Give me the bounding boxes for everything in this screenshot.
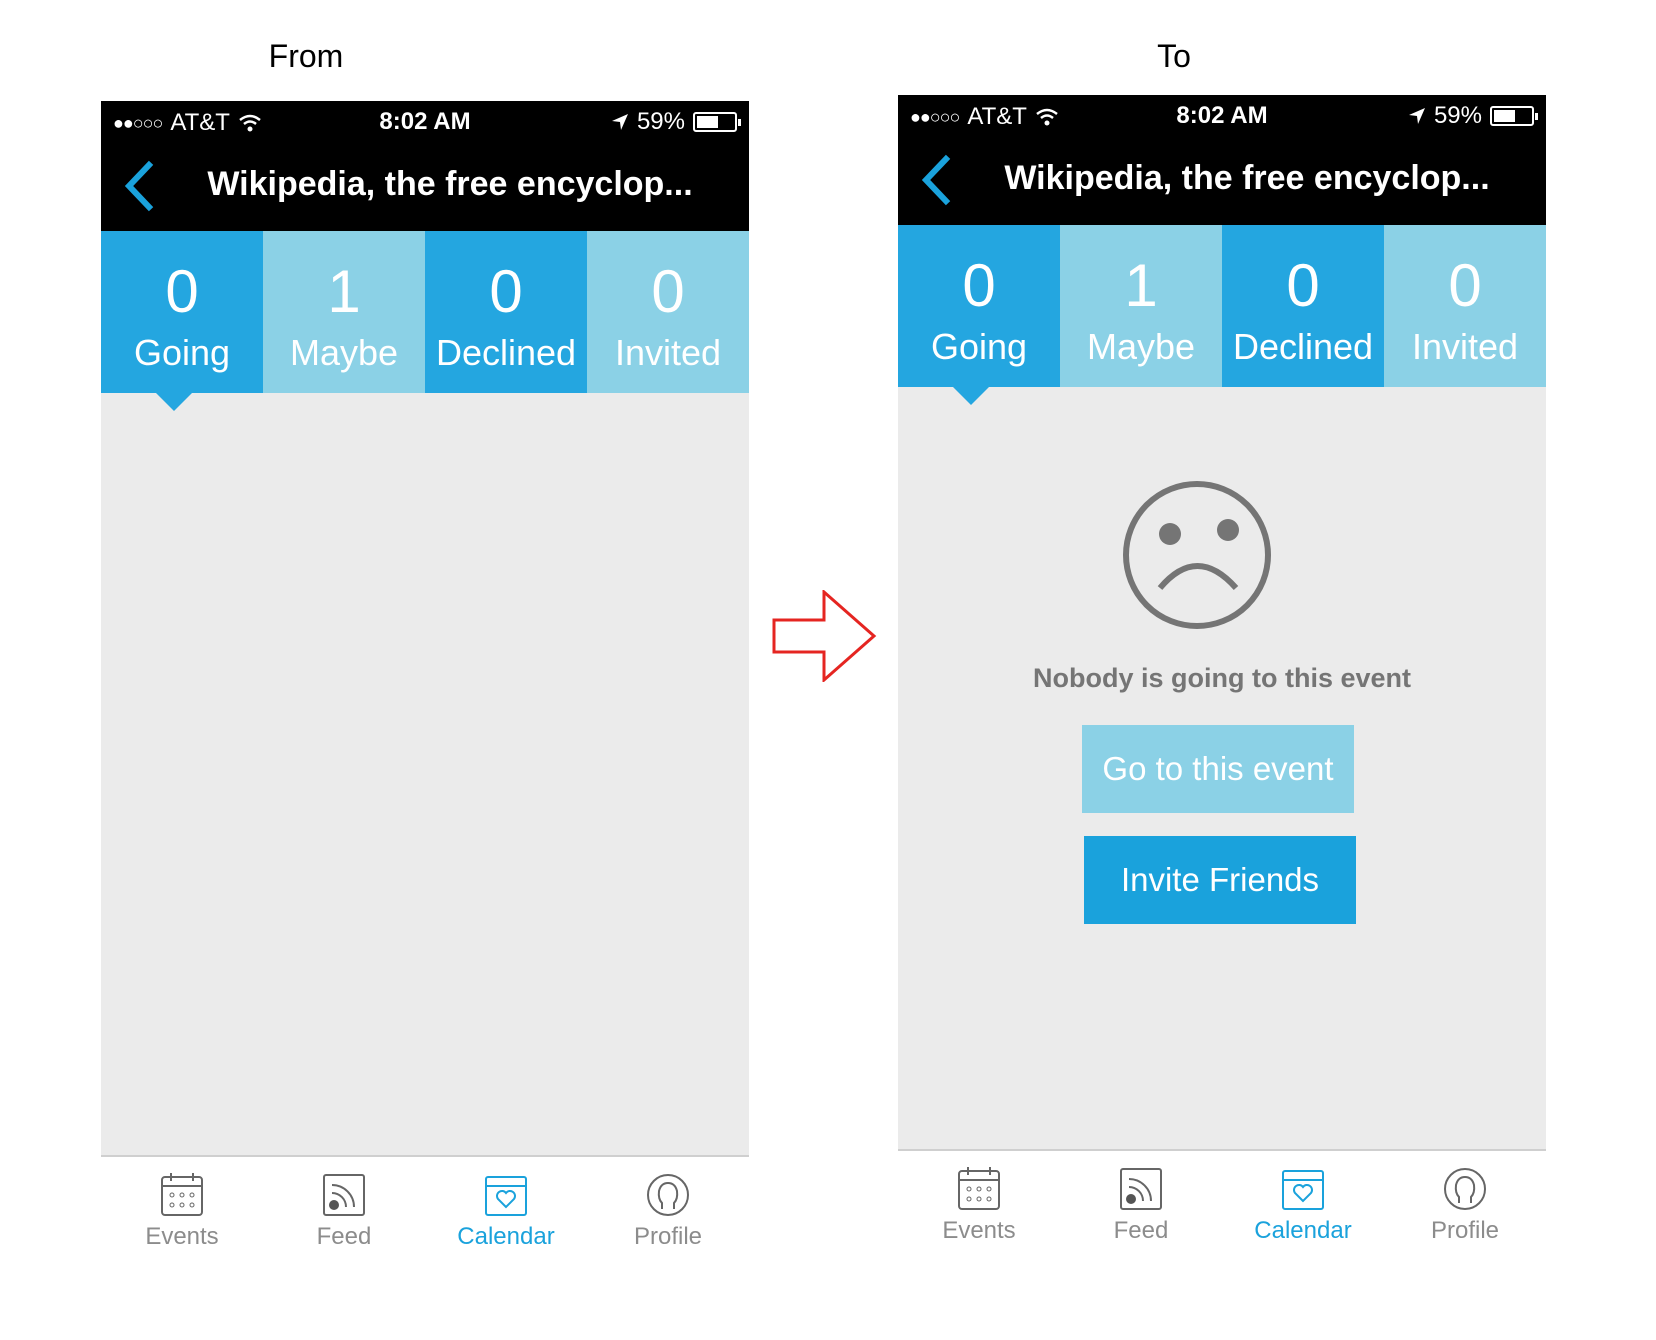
maybe-count: 1 [327,258,361,325]
rsvp-tabs: 0 Going 1 Maybe 0 Declined 0 Invited [101,231,749,393]
to-caption: To [1157,38,1191,74]
tabbar-feed[interactable]: Feed [1060,1151,1222,1245]
tabbar-events[interactable]: Events [101,1157,263,1251]
back-chevron-icon[interactable] [119,159,163,213]
going-count: 0 [165,258,199,325]
declined-label: Declined [1232,326,1374,367]
tabbar-calendar-label: Calendar [1254,1217,1352,1244]
tabbar-calendar[interactable]: Calendar [425,1157,587,1251]
feed-icon [1120,1168,1162,1210]
selected-tab-pointer [953,387,989,405]
tab-going[interactable]: 0 Going [101,231,263,393]
status-bar: ●●○○○ AT&T 8:02 AM 59% [898,95,1546,135]
going-label: Going [133,332,231,373]
battery-icon [1490,106,1538,126]
tab-declined[interactable]: 0 Declined [1222,225,1384,387]
battery-percent: 59% [636,108,685,135]
maybe-label: Maybe [1086,326,1196,367]
tabbar-events-label: Events [145,1223,219,1250]
profile-icon [647,1174,689,1216]
maybe-count: 1 [1124,252,1158,319]
content-area [101,393,749,1155]
declined-label: Declined [435,332,577,373]
tabbar-profile-label: Profile [633,1223,703,1250]
invited-label: Invited [614,332,722,373]
go-to-event-button[interactable]: Go to this event [1082,725,1354,813]
tabbar-calendar[interactable]: Calendar [1222,1151,1384,1245]
battery-icon [693,112,741,132]
tabbar-events-label: Events [942,1217,1016,1244]
location-arrow-icon [611,114,628,130]
from-caption: From [268,38,344,74]
rsvp-tabs: 0 Going 1 Maybe 0 Declined 0 Invited [898,225,1546,387]
content-area: Nobody is going to this event Go to this… [898,387,1546,1149]
transition-arrow-icon [772,590,877,682]
declined-count: 0 [489,258,523,325]
battery-percent: 59% [1433,102,1482,129]
invite-friends-button[interactable]: Invite Friends [1084,836,1356,924]
tabbar-feed[interactable]: Feed [263,1157,425,1251]
tab-maybe[interactable]: 1 Maybe [263,231,425,393]
status-bar: ●●○○○ AT&T 8:02 AM 59% [101,101,749,141]
phone-screen-after: ●●○○○ AT&T 8:02 AM 59% Wikipedia, the fr… [898,95,1546,1245]
going-label: Going [930,326,1028,367]
tabbar-calendar-label: Calendar [457,1223,555,1250]
going-count: 0 [962,252,996,319]
calendar-grid-icon [958,1167,1000,1210]
tabbar-profile-label: Profile [1430,1217,1500,1244]
tab-maybe[interactable]: 1 Maybe [1060,225,1222,387]
tabbar-profile[interactable]: Profile [1384,1151,1546,1245]
tab-declined[interactable]: 0 Declined [425,231,587,393]
tab-going[interactable]: 0 Going [898,225,1060,387]
sad-face-icon [1123,481,1271,629]
tabbar-feed-label: Feed [316,1223,372,1250]
tabbar-profile[interactable]: Profile [587,1157,749,1251]
empty-state-message: Nobody is going to this event [1033,663,1411,693]
page-title: Wikipedia, the free encyclop... [207,165,693,203]
calendar-heart-icon [1282,1170,1324,1210]
bottom-tab-bar: Events Feed Calendar Profile [101,1155,749,1251]
nav-bar: Wikipedia, the free encyclop... [101,141,749,231]
maybe-label: Maybe [289,332,399,373]
declined-count: 0 [1286,252,1320,319]
tabbar-events[interactable]: Events [898,1151,1060,1245]
feed-icon [323,1174,365,1216]
back-chevron-icon[interactable] [916,153,960,207]
tabbar-feed-label: Feed [1113,1217,1169,1244]
phone-screen-before: ●●○○○ AT&T 8:02 AM 59% Wikipedia, the fr… [101,101,749,1251]
invited-label: Invited [1411,326,1519,367]
location-arrow-icon [1408,108,1425,124]
invited-count: 0 [651,258,685,325]
profile-icon [1444,1168,1486,1210]
calendar-heart-icon [485,1176,527,1216]
calendar-grid-icon [161,1173,203,1216]
invited-count: 0 [1448,252,1482,319]
nav-bar: Wikipedia, the free encyclop... [898,135,1546,225]
bottom-tab-bar: Events Feed Calendar Profile [898,1149,1546,1245]
tab-invited[interactable]: 0 Invited [587,231,749,393]
page-title: Wikipedia, the free encyclop... [1004,159,1490,197]
tab-invited[interactable]: 0 Invited [1384,225,1546,387]
selected-tab-pointer [156,393,192,411]
